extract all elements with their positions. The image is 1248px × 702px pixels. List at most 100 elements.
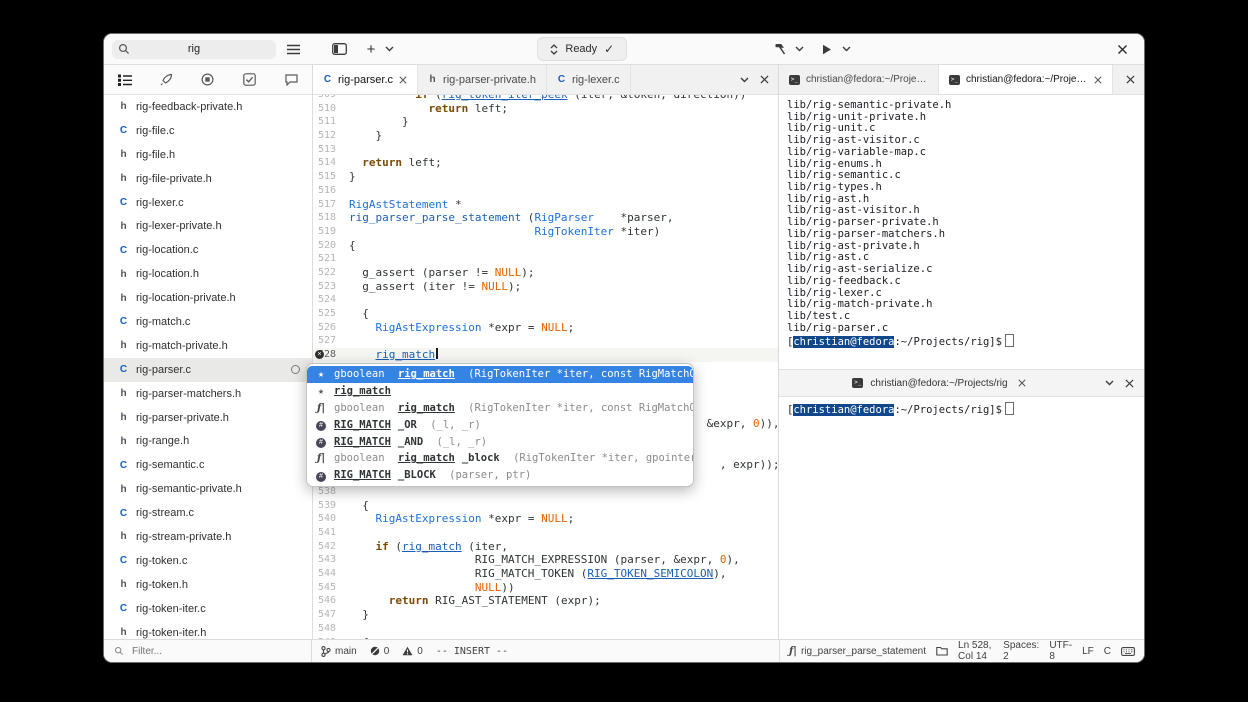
- run-chevron-icon[interactable]: [840, 38, 853, 60]
- completion-text: _OR: [397, 418, 417, 431]
- build-status-selector[interactable]: Ready ✓: [537, 37, 628, 61]
- terminal-output-line: lib/rig-parser-matchers.h: [787, 227, 946, 240]
- search-input[interactable]: [112, 42, 276, 56]
- code-token: (iter,: [461, 539, 508, 553]
- indentation-setting[interactable]: Spaces: 2: [1003, 640, 1039, 662]
- completion-item[interactable]: # RIG_MATCH _OR (_l, _r): [307, 416, 693, 433]
- encoding-setting[interactable]: UTF-8: [1049, 640, 1072, 662]
- sidebar-file[interactable]: Crig-token-iter.c: [104, 597, 312, 621]
- sidebar-file[interactable]: h rig-token.h: [104, 573, 312, 597]
- run-play-icon[interactable]: [816, 38, 838, 60]
- macro-circle-icon: #: [316, 421, 326, 432]
- terminal-2-tab[interactable]: >_ christian@fedora:~/Projects/rig: [779, 376, 1102, 390]
- global-search[interactable]: [112, 39, 276, 59]
- toggle-sidebar-icon[interactable]: [328, 38, 350, 60]
- sidebar-file[interactable]: h rig-semantic-private.h: [104, 477, 312, 501]
- build-pipeline-rocket-icon[interactable]: [155, 69, 177, 91]
- line-number: 545: [313, 581, 347, 595]
- window-close-icon[interactable]: [1112, 38, 1134, 60]
- build-hammer-icon[interactable]: [769, 38, 791, 60]
- editor-tab[interactable]: h rig-parser-private.h: [418, 65, 547, 94]
- sidebar-filter[interactable]: [104, 640, 312, 662]
- completion-item[interactable]: # RIG_MATCH _AND (_l, _r): [307, 433, 693, 450]
- code-line: 523 g_assert (iter != NULL);: [313, 280, 778, 294]
- completion-item[interactable]: ƒ| gboolean rig_match (RigTokenIter *iter…: [307, 400, 693, 417]
- completion-item[interactable]: ƒ| gboolean rig_match _block (RigTokenIter…: [307, 450, 693, 467]
- terminal-2-header: >_ christian@fedora:~/Projects/rig: [779, 369, 1144, 397]
- sidebar-file[interactable]: Crig-match.c: [104, 310, 312, 334]
- terminal-2[interactable]: [christian@fedora:~/Projects/rig]$: [779, 397, 1144, 639]
- line-number: 523: [313, 280, 347, 294]
- tab-list-chevron-icon[interactable]: [736, 72, 752, 88]
- terminal-icon: >_: [852, 378, 864, 388]
- sidebar-file[interactable]: h rig-token-iter.h: [104, 621, 312, 639]
- hamburger-menu-icon[interactable]: [282, 38, 304, 60]
- prompt-user-host: christian@fedora: [793, 404, 895, 416]
- terminal-2-panel-close-icon[interactable]: [1122, 376, 1136, 390]
- sidebar-file[interactable]: Crig-lexer.c: [104, 191, 312, 215]
- terminal-prompt: [christian@fedora:~/Projects/rig]$: [787, 334, 1136, 349]
- folder-icon[interactable]: [936, 644, 948, 658]
- sidebar-file[interactable]: Crig-location.c: [104, 238, 312, 262]
- terminal-tab[interactable]: >_ christian@fedora:~/Projects/rig: [779, 65, 939, 94]
- current-function[interactable]: ƒ| rig_parser_parse_statement: [789, 646, 926, 657]
- error-counter[interactable]: 0: [370, 646, 389, 657]
- file-name: rig-feedback-private.h: [136, 100, 243, 113]
- terminal-prompt: [christian@fedora:~/Projects/rig]$: [787, 402, 1136, 417]
- line-number-text: 541: [317, 527, 336, 538]
- tab-label: rig-lexer.c: [571, 73, 620, 86]
- sidebar-file[interactable]: h rig-location-private.h: [104, 286, 312, 310]
- keyboard-icon[interactable]: [1121, 644, 1135, 658]
- code-line: 527: [313, 334, 778, 348]
- sidebar-file[interactable]: h rig-range.h: [104, 429, 312, 453]
- eol-setting[interactable]: LF: [1082, 646, 1094, 657]
- completion-item[interactable]: ★ rig_match: [307, 383, 693, 400]
- build-chevron-icon[interactable]: [793, 38, 806, 60]
- sidebar-file[interactable]: h rig-lexer-private.h: [104, 214, 312, 238]
- new-tab-button[interactable]: +: [360, 38, 382, 60]
- stop-record-icon[interactable]: [197, 69, 219, 91]
- sidebar-file[interactable]: h rig-parser-private.h: [104, 406, 312, 430]
- sidebar-file[interactable]: h rig-file.h: [104, 143, 312, 167]
- completion-item[interactable]: ★ gboolean rig_match (RigTokenIter *iter,…: [307, 366, 693, 383]
- sidebar-file[interactable]: h rig-location.h: [104, 262, 312, 286]
- code-line: 542 if (rig_match (iter,: [313, 540, 778, 554]
- editor-tab[interactable]: Crig-lexer.c: [547, 65, 631, 94]
- git-branch-indicator[interactable]: main: [321, 646, 357, 657]
- sidebar-file[interactable]: Crig-stream.c: [104, 501, 312, 525]
- todo-check-icon[interactable]: [239, 69, 261, 91]
- sidebar-file[interactable]: Crig-file.c: [104, 119, 312, 143]
- file-type-icon: h: [120, 220, 127, 232]
- sidebar-file[interactable]: h rig-stream-private.h: [104, 525, 312, 549]
- sidebar-file[interactable]: h rig-match-private.h: [104, 334, 312, 358]
- close-editor-panel-icon[interactable]: [756, 72, 772, 88]
- line-number: 538: [313, 485, 347, 499]
- filter-input[interactable]: [130, 644, 274, 658]
- chat-bubble-icon[interactable]: [280, 69, 302, 91]
- terminal-1[interactable]: lib/rig-semantic-private.h lib/rig-unit-p…: [779, 95, 1144, 369]
- terminal-2-chevron-icon[interactable]: [1102, 376, 1116, 390]
- code-token: 0: [719, 553, 727, 567]
- close-terminal-panel-icon[interactable]: [1122, 72, 1138, 88]
- completion-item[interactable]: # RIG_MATCH _BLOCK (parser, ptr): [307, 467, 693, 484]
- tab-close-icon[interactable]: [399, 75, 407, 84]
- editor-tab[interactable]: Crig-parser.c: [313, 65, 419, 94]
- sidebar-file[interactable]: Crig-semantic.c: [104, 453, 312, 477]
- project-tree-icon[interactable]: [114, 69, 136, 91]
- line-number: 516: [313, 184, 347, 198]
- completion-text: (parser, ptr): [442, 469, 532, 482]
- sidebar-file[interactable]: h rig-file-private.h: [104, 167, 312, 191]
- terminal-tab[interactable]: >_ christian@fedora:~/Projects/rig: [939, 65, 1113, 94]
- tab-close-icon[interactable]: [1094, 75, 1102, 84]
- sidebar-file[interactable]: h rig-feedback-private.h: [104, 95, 312, 119]
- line-number-text: 516: [317, 184, 336, 196]
- sidebar-file[interactable]: Crig-token.c: [104, 549, 312, 573]
- warning-counter[interactable]: 0: [402, 646, 423, 657]
- code-text: {: [347, 499, 369, 513]
- language-setting[interactable]: C: [1104, 646, 1111, 657]
- sidebar-file[interactable]: h rig-parser-matchers.h: [104, 382, 312, 406]
- cursor-position[interactable]: Ln 528, Col 14: [958, 640, 993, 662]
- new-tab-chevron-icon[interactable]: [382, 38, 396, 60]
- terminal-2-close-icon[interactable]: [1015, 376, 1029, 390]
- sidebar-file[interactable]: Crig-parser.c: [104, 357, 312, 382]
